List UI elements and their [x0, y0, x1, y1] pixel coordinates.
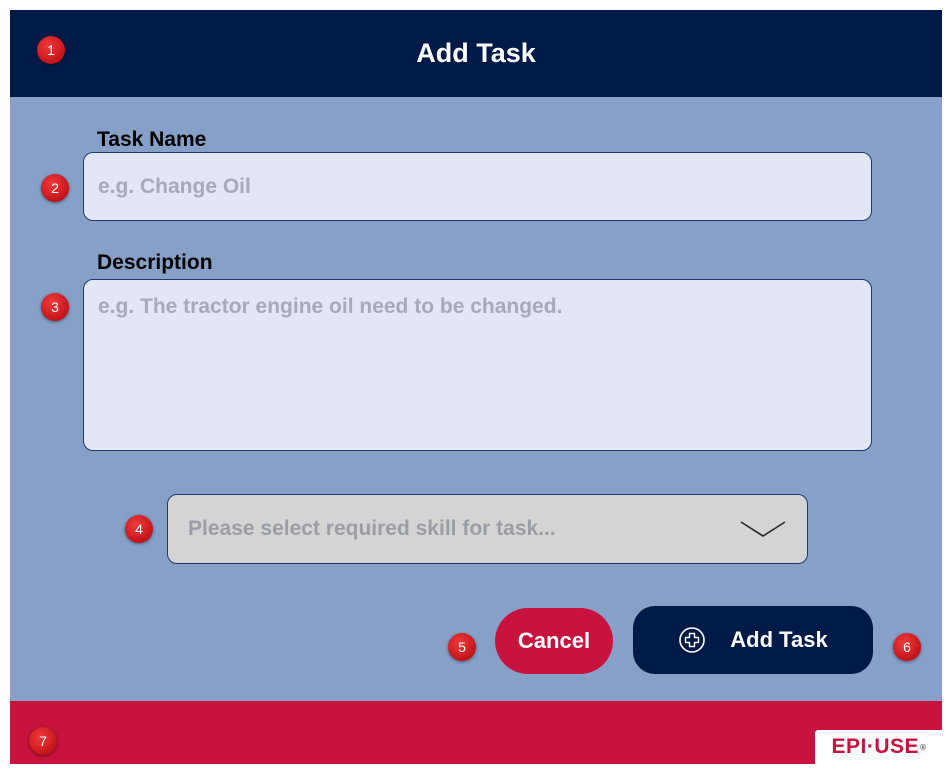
logo-text: EPI·USE — [831, 735, 920, 758]
skill-select[interactable]: Please select required skill for task... — [167, 494, 808, 564]
add-task-screen: Add Task Task Name Description Please se… — [10, 10, 942, 764]
marker-3: 3 — [41, 293, 69, 321]
marker-7: 7 — [29, 727, 57, 755]
plus-circle-icon — [679, 627, 706, 653]
marker-1: 1 — [37, 36, 65, 64]
task-name-input[interactable] — [83, 152, 872, 221]
cancel-button[interactable]: Cancel — [495, 608, 613, 674]
epi-use-logo: EPI·USE ® — [815, 730, 942, 764]
skill-select-placeholder: Please select required skill for task... — [188, 517, 556, 540]
marker-5: 5 — [448, 633, 476, 661]
task-name-label: Task Name — [97, 128, 207, 151]
page-title: Add Task — [416, 38, 536, 68]
add-task-button[interactable]: Add Task — [633, 606, 873, 674]
header-bar: Add Task — [10, 10, 942, 97]
description-label: Description — [97, 251, 213, 274]
chevron-down-icon — [740, 521, 786, 537]
marker-4: 4 — [125, 515, 153, 543]
add-task-button-label: Add Task — [730, 627, 828, 652]
footer-bar: EPI·USE ® — [10, 701, 942, 764]
marker-2: 2 — [41, 174, 69, 202]
marker-6: 6 — [893, 633, 921, 661]
description-input[interactable] — [83, 279, 872, 451]
logo-registered-mark: ® — [920, 742, 927, 752]
